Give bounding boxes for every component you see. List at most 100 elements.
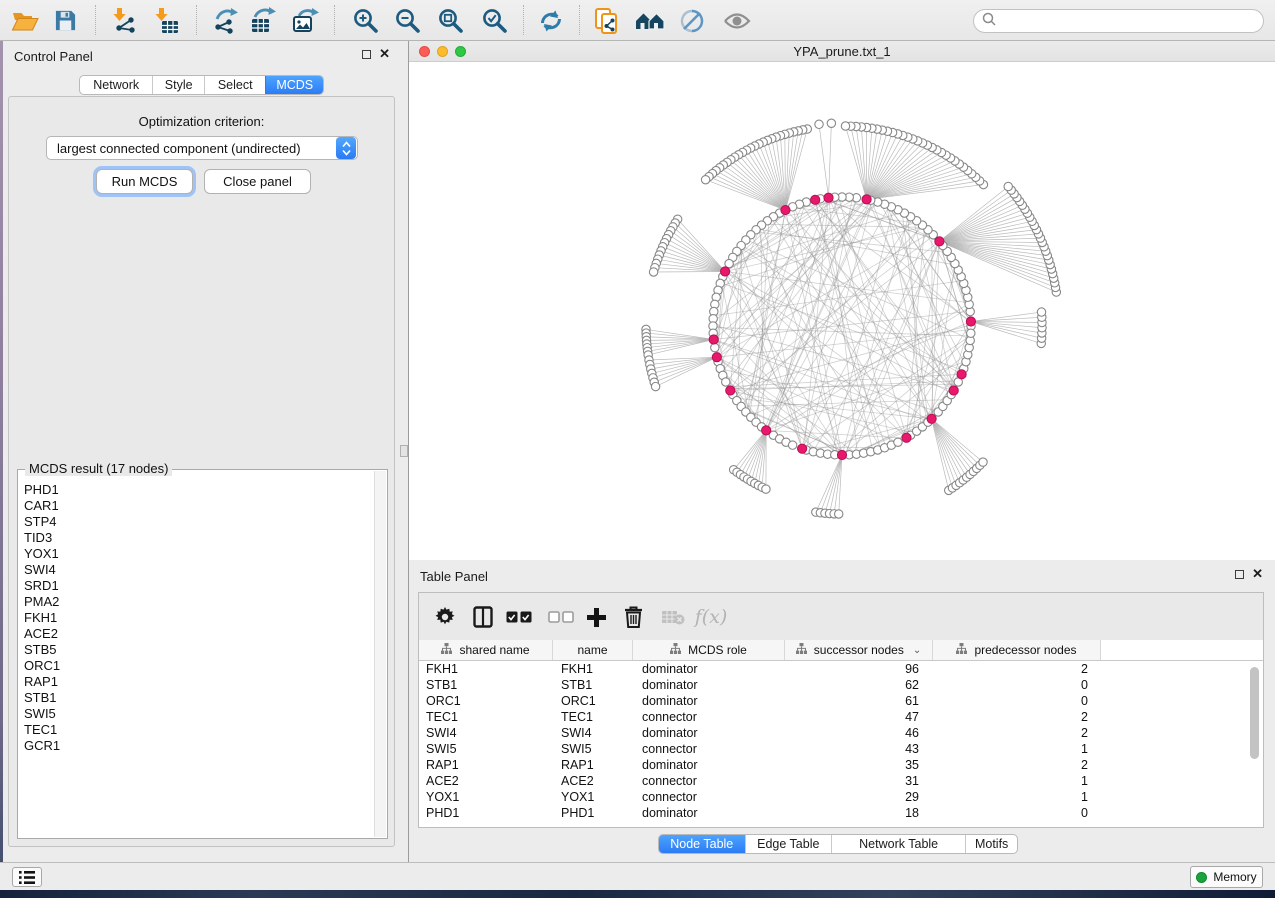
show-columns-icon[interactable] (467, 601, 499, 633)
export-image-icon[interactable] (288, 4, 322, 37)
import-table-icon[interactable] (149, 4, 183, 37)
zoom-selected-icon[interactable] (477, 4, 511, 37)
dominator-node[interactable] (862, 195, 871, 204)
column-header-shared-name[interactable]: shared name (419, 640, 553, 660)
tab-node-table[interactable]: Node Table (659, 835, 745, 853)
network-overview-icon[interactable] (633, 4, 667, 37)
mcds-result-item[interactable]: STB5 (19, 642, 373, 658)
float-table-panel-icon[interactable] (1235, 570, 1244, 579)
table-scrollbar-thumb[interactable] (1250, 667, 1259, 759)
mcds-list-scrollbar[interactable] (374, 471, 386, 837)
dominator-node[interactable] (709, 335, 718, 344)
vertical-splitter[interactable] (402, 41, 409, 862)
save-session-icon[interactable] (48, 4, 82, 37)
close-table-panel-icon[interactable]: ✕ (1252, 569, 1263, 579)
close-panel-button[interactable]: Close panel (204, 169, 311, 194)
mcds-result-item[interactable]: ACE2 (19, 626, 373, 642)
dominator-node[interactable] (720, 267, 729, 276)
dominator-node[interactable] (824, 193, 833, 202)
table-row[interactable]: YOX1YOX1connector291 (419, 789, 1263, 805)
float-panel-icon[interactable] (362, 50, 371, 59)
close-panel-icon[interactable]: ✕ (379, 49, 390, 59)
dominator-node[interactable] (957, 370, 966, 379)
export-table-icon[interactable] (246, 4, 280, 37)
mcds-result-item[interactable]: GCR1 (19, 738, 373, 754)
column-header-name[interactable]: name (553, 640, 633, 660)
column-header-successor-nodes[interactable]: successor nodes⌄ (785, 640, 933, 660)
mcds-result-item[interactable]: CAR1 (19, 498, 373, 514)
zoom-fit-icon[interactable] (433, 4, 467, 37)
table-row[interactable]: SWI5SWI5connector431 (419, 741, 1263, 757)
dominator-node[interactable] (949, 386, 958, 395)
tab-network-table[interactable]: Network Table (831, 835, 965, 853)
share-network-document-icon[interactable] (590, 4, 624, 37)
search-input[interactable] (1001, 12, 1263, 30)
tab-edge-table[interactable]: Edge Table (745, 835, 832, 853)
table-row[interactable]: PHD1PHD1dominator180 (419, 805, 1263, 821)
mcds-result-item[interactable]: YOX1 (19, 546, 373, 562)
optimization-criterion-select[interactable]: largest connected component (undirected) (46, 136, 358, 160)
task-history-button[interactable] (12, 867, 42, 887)
export-network-icon[interactable] (208, 4, 242, 37)
table-row[interactable]: TEC1TEC1connector472 (419, 709, 1263, 725)
mcds-result-item[interactable]: SWI5 (19, 706, 373, 722)
dominator-node[interactable] (762, 426, 771, 435)
mcds-result-item[interactable]: PMA2 (19, 594, 373, 610)
dominator-node[interactable] (811, 195, 820, 204)
dominator-node[interactable] (927, 414, 936, 423)
table-row[interactable]: ORC1ORC1dominator610 (419, 693, 1263, 709)
delete-column-trash-icon[interactable] (617, 601, 649, 633)
hide-graphics-details-icon[interactable] (675, 4, 709, 37)
dominator-node[interactable] (935, 237, 944, 246)
tab-style[interactable]: Style (152, 76, 204, 94)
show-graphics-details-icon[interactable] (720, 4, 754, 37)
table-settings-gear-icon[interactable] (429, 601, 461, 633)
tab-motifs[interactable]: Motifs (965, 835, 1017, 853)
column-header-MCDS-role[interactable]: MCDS role (633, 640, 785, 660)
dominator-node[interactable] (726, 386, 735, 395)
close-window-icon[interactable] (419, 46, 430, 57)
mcds-result-item[interactable]: SRD1 (19, 578, 373, 594)
dominator-node[interactable] (712, 353, 721, 362)
table-row[interactable]: STB1STB1dominator620 (419, 677, 1263, 693)
memory-button[interactable]: Memory (1190, 866, 1263, 888)
table-row[interactable]: RAP1RAP1dominator352 (419, 757, 1263, 773)
dominator-node[interactable] (966, 317, 975, 326)
mcds-result-item[interactable]: SWI4 (19, 562, 373, 578)
tab-mcds[interactable]: MCDS (265, 76, 323, 94)
dominator-node[interactable] (781, 205, 790, 214)
apply-layout-icon[interactable] (534, 4, 568, 37)
mcds-result-item[interactable]: PHD1 (19, 482, 373, 498)
select-all-icon[interactable] (503, 601, 535, 633)
column-header-predecessor-nodes[interactable]: predecessor nodes (933, 640, 1101, 660)
table-row[interactable]: SWI4SWI4dominator462 (419, 725, 1263, 741)
table-scrollbar[interactable] (1250, 665, 1259, 817)
run-mcds-button[interactable]: Run MCDS (96, 169, 193, 194)
create-column-plus-icon[interactable] (580, 601, 612, 633)
mcds-result-item[interactable]: RAP1 (19, 674, 373, 690)
table-row[interactable]: FKH1FKH1dominator962 (419, 661, 1263, 677)
mcds-result-item[interactable]: STB1 (19, 690, 373, 706)
zoom-out-icon[interactable] (390, 4, 424, 37)
network-window-titlebar[interactable]: YPA_prune.txt_1 (409, 41, 1275, 62)
deselect-all-icon[interactable] (545, 601, 577, 633)
mcds-result-item[interactable]: FKH1 (19, 610, 373, 626)
dominator-node[interactable] (837, 450, 846, 459)
vertical-splitter-handle[interactable] (400, 445, 408, 457)
minimize-window-icon[interactable] (437, 46, 448, 57)
zoom-in-icon[interactable] (348, 4, 382, 37)
import-network-icon[interactable] (106, 4, 140, 37)
mcds-result-item[interactable]: TEC1 (19, 722, 373, 738)
tab-select[interactable]: Select (204, 76, 266, 94)
tab-network[interactable]: Network (80, 76, 152, 94)
mcds-result-item[interactable]: ORC1 (19, 658, 373, 674)
mcds-result-item[interactable]: STP4 (19, 514, 373, 530)
network-canvas[interactable] (409, 62, 1275, 560)
network-view[interactable] (409, 62, 1275, 560)
maximize-window-icon[interactable] (455, 46, 466, 57)
table-row[interactable]: ACE2ACE2connector311 (419, 773, 1263, 789)
dominator-node[interactable] (902, 433, 911, 442)
dominator-node[interactable] (798, 444, 807, 453)
mcds-result-item[interactable]: TID3 (19, 530, 373, 546)
open-file-icon[interactable] (8, 4, 42, 37)
